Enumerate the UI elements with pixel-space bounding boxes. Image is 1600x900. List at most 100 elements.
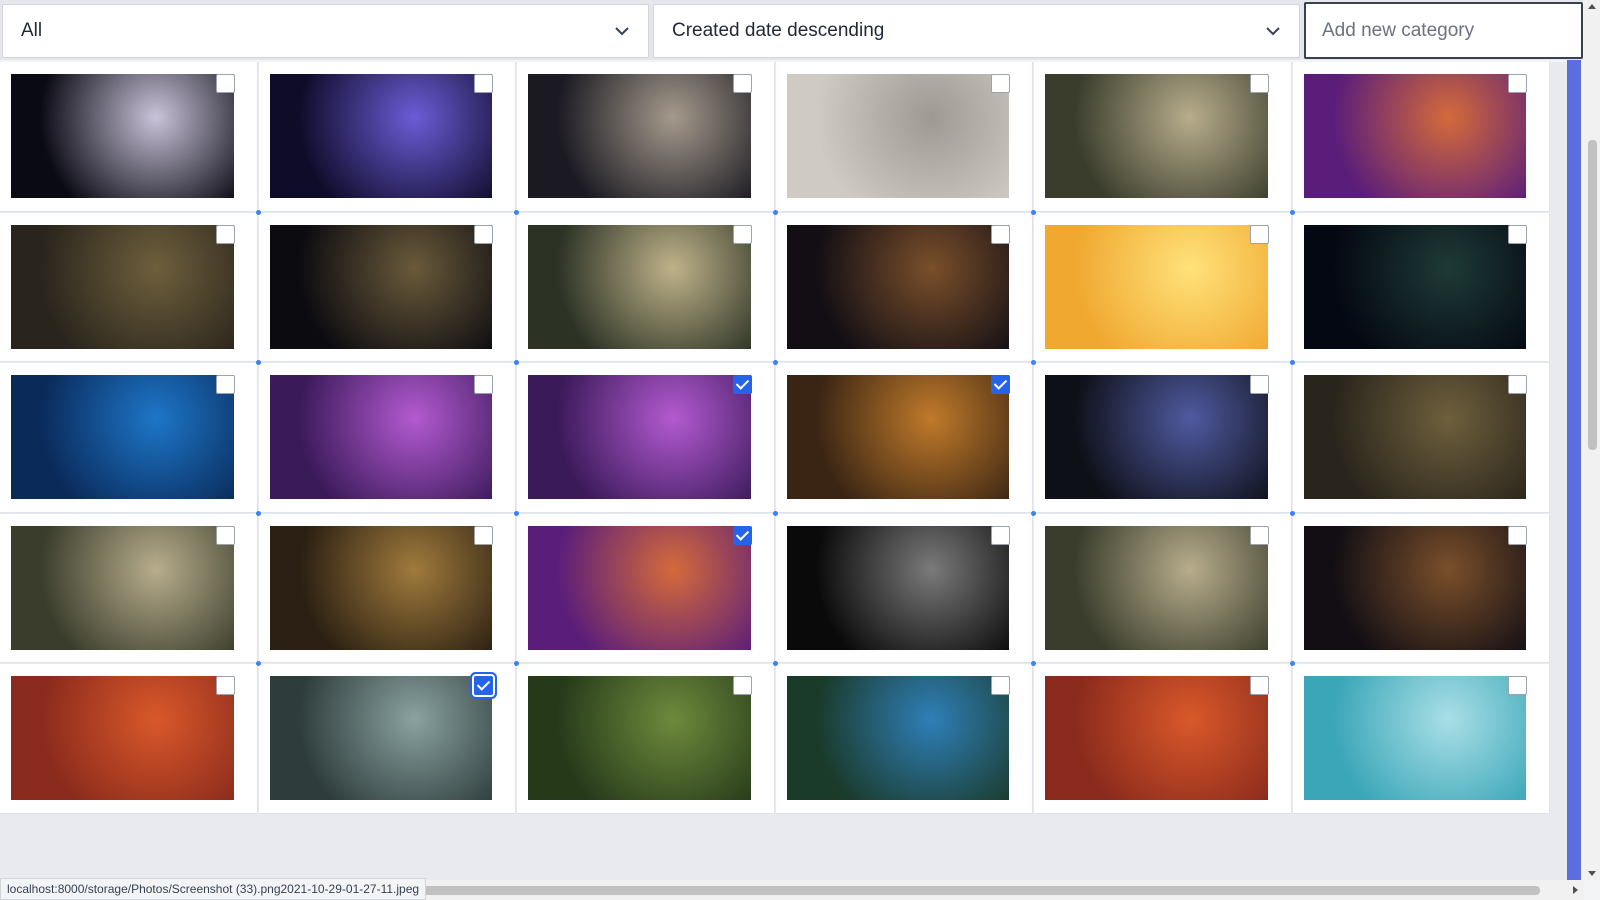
photo-card[interactable] <box>1034 212 1292 362</box>
vertical-scroll-thumb[interactable] <box>1588 140 1597 450</box>
photo-thumbnail[interactable] <box>528 375 751 499</box>
select-checkbox[interactable] <box>474 74 493 93</box>
photo-thumbnail[interactable] <box>11 676 234 800</box>
photo-card[interactable] <box>1292 363 1550 513</box>
select-checkbox[interactable] <box>991 74 1010 93</box>
photo-card[interactable] <box>517 664 775 814</box>
photo-card[interactable] <box>775 664 1033 814</box>
category-filter-select[interactable]: All <box>2 4 649 58</box>
photo-card[interactable] <box>1034 664 1292 814</box>
select-checkbox[interactable] <box>474 224 493 244</box>
photo-thumbnail[interactable] <box>11 74 234 198</box>
photo-thumbnail[interactable] <box>1303 525 1526 650</box>
photo-card[interactable] <box>517 363 775 513</box>
select-checkbox[interactable] <box>991 676 1010 695</box>
select-checkbox[interactable] <box>1249 375 1269 394</box>
photo-thumbnail[interactable] <box>786 224 1009 349</box>
photo-card[interactable] <box>1292 513 1550 663</box>
select-checkbox[interactable] <box>474 525 493 545</box>
photo-thumbnail[interactable] <box>1303 224 1526 349</box>
add-category-input[interactable] <box>1304 2 1583 59</box>
photo-card[interactable] <box>517 513 775 663</box>
select-checkbox[interactable] <box>1249 676 1269 695</box>
photo-thumbnail[interactable] <box>786 676 1009 800</box>
photo-card[interactable] <box>258 363 516 513</box>
photo-thumbnail[interactable] <box>1045 375 1268 499</box>
photo-card[interactable] <box>0 363 258 513</box>
select-checkbox[interactable] <box>1249 224 1269 244</box>
photo-card[interactable] <box>1292 212 1550 362</box>
photo-card[interactable] <box>258 513 516 663</box>
photo-thumbnail[interactable] <box>528 525 751 650</box>
photo-thumbnail[interactable] <box>1303 676 1526 800</box>
select-checkbox[interactable] <box>991 224 1010 244</box>
photo-thumbnail[interactable] <box>11 375 234 499</box>
photo-card[interactable] <box>0 62 258 212</box>
photo-thumbnail[interactable] <box>11 224 234 349</box>
select-checkbox[interactable] <box>732 676 752 695</box>
select-checkbox[interactable] <box>1508 525 1527 545</box>
photo-card[interactable] <box>258 664 516 814</box>
photo-card[interactable] <box>517 212 775 362</box>
photo-thumbnail[interactable] <box>269 525 492 650</box>
photo-card[interactable] <box>1034 513 1292 663</box>
photo-thumbnail[interactable] <box>269 74 492 198</box>
photo-card[interactable] <box>1292 664 1550 814</box>
select-checkbox[interactable] <box>1249 74 1269 93</box>
photo-thumbnail[interactable] <box>11 525 234 650</box>
photo-card[interactable] <box>258 62 516 212</box>
select-checkbox[interactable] <box>215 74 235 93</box>
photo-thumbnail[interactable] <box>786 525 1009 650</box>
photo-thumbnail[interactable] <box>1045 224 1268 349</box>
select-checkbox[interactable] <box>732 375 752 394</box>
select-checkbox[interactable] <box>1249 525 1269 545</box>
photo-thumbnail[interactable] <box>528 74 751 198</box>
select-checkbox[interactable] <box>991 525 1010 545</box>
photo-card[interactable] <box>517 62 775 212</box>
photo-card[interactable] <box>775 212 1033 362</box>
photo-thumbnail[interactable] <box>269 375 492 499</box>
photo-thumbnail[interactable] <box>786 375 1009 499</box>
select-checkbox[interactable] <box>215 224 235 244</box>
photo-card[interactable] <box>0 513 258 663</box>
photo-card[interactable] <box>1292 62 1550 212</box>
select-checkbox[interactable] <box>474 375 493 394</box>
select-checkbox[interactable] <box>215 676 235 695</box>
photo-card[interactable] <box>258 212 516 362</box>
scroll-down-icon[interactable] <box>1588 871 1596 876</box>
select-checkbox[interactable] <box>1508 676 1527 695</box>
select-checkbox[interactable] <box>732 224 752 244</box>
grid-intersection-dot <box>514 360 519 365</box>
photo-thumbnail[interactable] <box>1303 74 1526 198</box>
select-checkbox[interactable] <box>215 375 235 394</box>
select-checkbox[interactable] <box>1508 375 1527 394</box>
photo-thumbnail[interactable] <box>1045 676 1268 800</box>
select-checkbox[interactable] <box>1508 74 1527 93</box>
photo-card[interactable] <box>775 513 1033 663</box>
photo-card[interactable] <box>0 212 258 362</box>
photo-thumbnail[interactable] <box>269 224 492 349</box>
photo-thumbnail[interactable] <box>1045 525 1268 650</box>
photo-thumbnail[interactable] <box>528 676 751 800</box>
photo-thumbnail[interactable] <box>528 224 751 349</box>
photo-thumbnail[interactable] <box>1045 74 1268 198</box>
photo-card[interactable] <box>1034 62 1292 212</box>
select-checkbox[interactable] <box>215 525 235 545</box>
select-checkbox[interactable] <box>732 525 752 545</box>
select-checkbox[interactable] <box>732 74 752 93</box>
photo-card[interactable] <box>775 62 1033 212</box>
photo-thumbnail[interactable] <box>786 74 1009 198</box>
scroll-right-icon[interactable] <box>1573 886 1578 894</box>
photo-thumbnail[interactable] <box>1303 375 1526 499</box>
select-checkbox[interactable] <box>991 375 1010 394</box>
photo-card[interactable] <box>0 664 258 814</box>
sort-order-select[interactable]: Created date descending <box>653 4 1300 58</box>
horizontal-scroll-thumb[interactable] <box>420 886 1540 895</box>
select-checkbox[interactable] <box>474 676 493 695</box>
photo-card[interactable] <box>1034 363 1292 513</box>
select-checkbox[interactable] <box>1508 224 1527 244</box>
photo-thumbnail[interactable] <box>269 676 492 800</box>
vertical-scrollbar[interactable] <box>1584 0 1600 880</box>
scroll-up-icon[interactable] <box>1588 4 1596 9</box>
photo-card[interactable] <box>775 363 1033 513</box>
